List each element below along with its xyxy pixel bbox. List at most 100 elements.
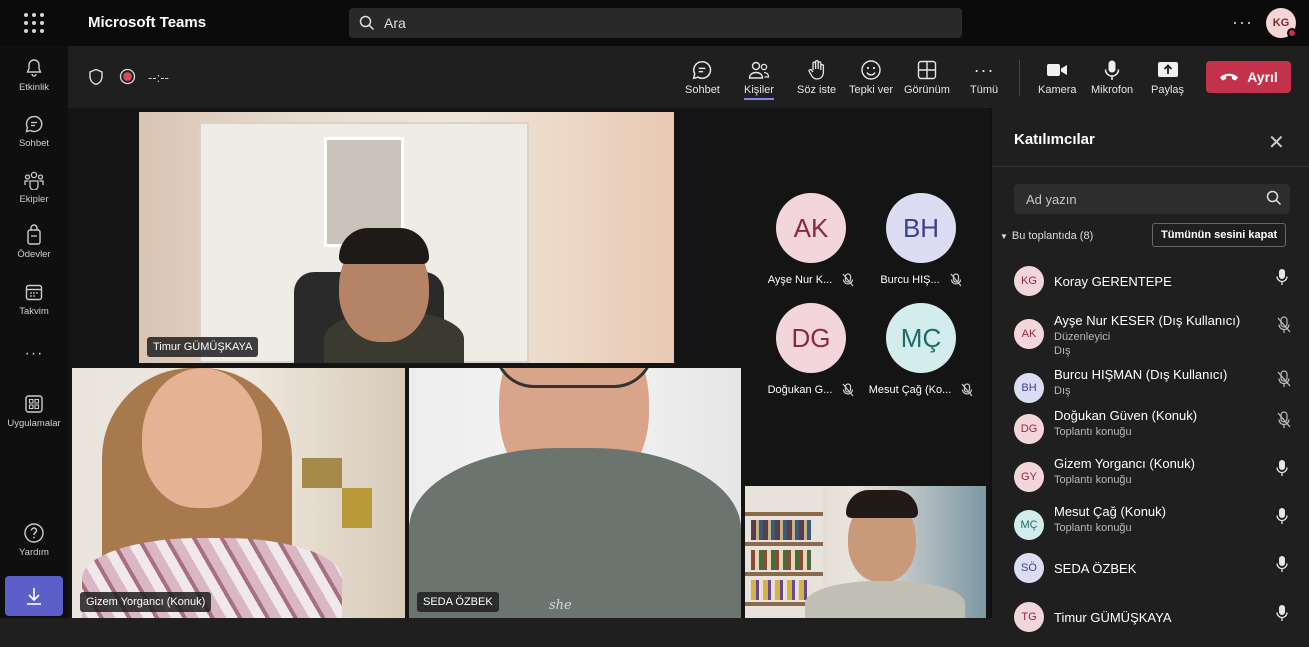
search-icon xyxy=(359,15,375,31)
mic-off-icon xyxy=(842,273,854,287)
more-icon: ··· xyxy=(24,345,44,362)
participant-name: Mesut Çağ (Ko... xyxy=(868,384,952,396)
toolbar-more-button[interactable]: ··· Tümü xyxy=(970,58,998,97)
participant-tile[interactable]: MÇ Mesut Çağ (Ko... xyxy=(866,303,976,397)
participant-tile[interactable]: AK Ayşe Nur K... xyxy=(756,193,866,287)
toolbar-raise-hand-button[interactable]: Söz iste xyxy=(797,58,836,96)
rail-item-apps[interactable]: Uygulamalar xyxy=(0,392,68,429)
participant-row[interactable]: MÇ Mesut Çağ (Konuk) Toplantı konuğu xyxy=(992,504,1309,550)
rail-label: Takvim xyxy=(19,306,49,317)
video-tile-timur[interactable]: Timur GÜMÜŞKAYA xyxy=(139,112,674,363)
rail-item-chat[interactable]: Sohbet xyxy=(0,112,68,149)
toolbar-people-button[interactable]: Kişiler xyxy=(744,58,774,100)
participant-tile[interactable]: DG Doğukan G... xyxy=(756,303,866,397)
video-tile-seda[interactable]: she SEDA ÖZBEK xyxy=(409,368,741,618)
meeting-toolbar: --:-- Sohbet Kişiler Söz iste Tepki ver … xyxy=(68,46,1309,108)
in-meeting-section-toggle[interactable]: ▼ Bu toplantıda (8) xyxy=(1000,230,1093,242)
toolbar-view-button[interactable]: Görünüm xyxy=(904,58,950,96)
rail-item-teams[interactable]: Ekipler xyxy=(0,168,68,205)
rail-label: Ödevler xyxy=(17,249,51,260)
participant-search-input[interactable]: Ad yazın xyxy=(1014,184,1290,214)
leave-button[interactable]: Ayrıl xyxy=(1206,61,1291,93)
participant-row[interactable]: KG Koray GERENTEPE xyxy=(992,265,1309,311)
video-name-tag: Timur GÜMÜŞKAYA xyxy=(147,337,259,357)
participant-name: Koray GERENTEPE xyxy=(1054,274,1172,289)
mic-off-icon[interactable] xyxy=(1276,316,1292,339)
mic-off-icon xyxy=(842,383,854,397)
raise-hand-icon xyxy=(807,58,827,82)
mic-off-icon[interactable] xyxy=(1276,411,1292,434)
participant-tile[interactable]: BH Burcu HIŞ... xyxy=(866,193,976,287)
rail-item-help[interactable]: Yardım xyxy=(0,521,68,558)
toolbar-label: Tepki ver xyxy=(849,84,894,96)
rail-label: Etkinlik xyxy=(18,82,50,93)
toolbar-label: Kişiler xyxy=(744,84,774,100)
participant-row[interactable]: SÖ SEDA ÖZBEK xyxy=(992,552,1309,598)
participant-avatar: BH xyxy=(1014,373,1044,403)
apps-icon xyxy=(22,392,46,416)
participants-panel: Katılımcılar ✕ Ad yazın ▼ Bu toplantıda (… xyxy=(990,108,1309,632)
participant-name: Burcu HIŞ... xyxy=(880,274,940,286)
mic-off-icon xyxy=(950,273,962,287)
participant-name: Doğukan Güven (Konuk) xyxy=(1054,408,1198,423)
toolbar-chat-button[interactable]: Sohbet xyxy=(685,58,720,96)
participant-avatar: GY xyxy=(1014,462,1044,492)
video-tile-self[interactable] xyxy=(745,486,986,618)
share-icon xyxy=(1156,58,1180,82)
app-title: Microsoft Teams xyxy=(88,14,207,31)
toolbar-share-button[interactable]: Paylaş xyxy=(1151,58,1184,96)
participant-row[interactable]: DG Doğukan Güven (Konuk) Toplantı konuğu xyxy=(992,408,1309,454)
toolbar-mic-button[interactable]: Mikrofon xyxy=(1091,58,1133,96)
meeting-timer: --:-- xyxy=(148,70,169,85)
shield-icon[interactable] xyxy=(88,68,104,86)
app-launcher-icon[interactable] xyxy=(22,11,46,35)
leave-label: Ayrıl xyxy=(1247,69,1278,85)
toolbar-label: Sohbet xyxy=(685,84,720,96)
shelf-background xyxy=(302,458,342,488)
hang-up-icon xyxy=(1220,73,1239,81)
mic-icon[interactable] xyxy=(1276,555,1288,578)
participant-avatar: KG xyxy=(1014,266,1044,296)
toolbar-label: Paylaş xyxy=(1151,84,1185,96)
video-name-tag: SEDA ÖZBEK xyxy=(417,592,499,612)
toolbar-divider xyxy=(1019,60,1020,96)
search-input[interactable]: Ara xyxy=(349,8,962,38)
close-icon[interactable]: ✕ xyxy=(1268,130,1285,155)
rail-label: Yardım xyxy=(19,547,49,558)
rail-item-activity[interactable]: Etkinlik xyxy=(0,56,68,93)
participant-avatar: SÖ xyxy=(1014,553,1044,583)
participant-avatar: DG xyxy=(776,303,846,373)
participant-role: Toplantı konuğu xyxy=(1054,522,1132,534)
more-options-icon[interactable]: ··· xyxy=(1232,12,1253,33)
participant-name: Ayşe Nur KESER (Dış Kullanıcı) xyxy=(1054,313,1241,328)
rail-item-assignments[interactable]: Ödevler xyxy=(0,223,68,260)
mic-icon[interactable] xyxy=(1276,459,1288,482)
toolbar-camera-button[interactable]: Kamera xyxy=(1038,58,1077,96)
people-icon xyxy=(747,58,771,82)
toolbar-label: Söz iste xyxy=(797,84,837,96)
mute-all-button[interactable]: Tümünün sesini kapat xyxy=(1152,223,1287,247)
participant-row[interactable]: GY Gizem Yorgancı (Konuk) Toplantı konuğu xyxy=(992,456,1309,502)
mic-icon[interactable] xyxy=(1276,507,1288,530)
panel-title: Katılımcılar xyxy=(1014,131,1095,148)
participant-name: Burcu HIŞMAN (Dış Kullanıcı) xyxy=(1054,367,1228,382)
participant-row[interactable]: AK Ayşe Nur KESER (Dış Kullanıcı) Düzenley… xyxy=(992,313,1309,359)
participant-name: SEDA ÖZBEK xyxy=(1054,561,1137,576)
mic-icon[interactable] xyxy=(1276,268,1288,291)
toolbar-react-button[interactable]: Tepki ver xyxy=(849,58,893,96)
participant-name: Ayşe Nur K... xyxy=(767,274,833,286)
rail-item-calendar[interactable]: Takvim xyxy=(0,280,68,317)
video-tile-gizem[interactable]: Gizem Yorgancı (Konuk) xyxy=(72,368,405,618)
rail-item-more[interactable]: ··· xyxy=(0,342,68,366)
participant-row[interactable]: BH Burcu HIŞMAN (Dış Kullanıcı) Dış xyxy=(992,367,1309,413)
emoji-icon xyxy=(860,58,882,82)
mic-off-icon[interactable] xyxy=(1276,370,1292,393)
download-button[interactable] xyxy=(5,576,63,616)
participant-row[interactable]: TG Timur GÜMÜŞKAYA xyxy=(992,601,1309,647)
mic-icon[interactable] xyxy=(1276,604,1288,627)
rail-label: Ekipler xyxy=(19,194,49,205)
participant-name: Mesut Çağ (Konuk) xyxy=(1054,504,1166,519)
participant-role: Toplantı konuğu xyxy=(1054,426,1132,438)
app-rail: Etkinlik Sohbet Ekipler Ödevler Takvim ·… xyxy=(0,46,68,618)
presence-status-icon xyxy=(1287,28,1297,38)
